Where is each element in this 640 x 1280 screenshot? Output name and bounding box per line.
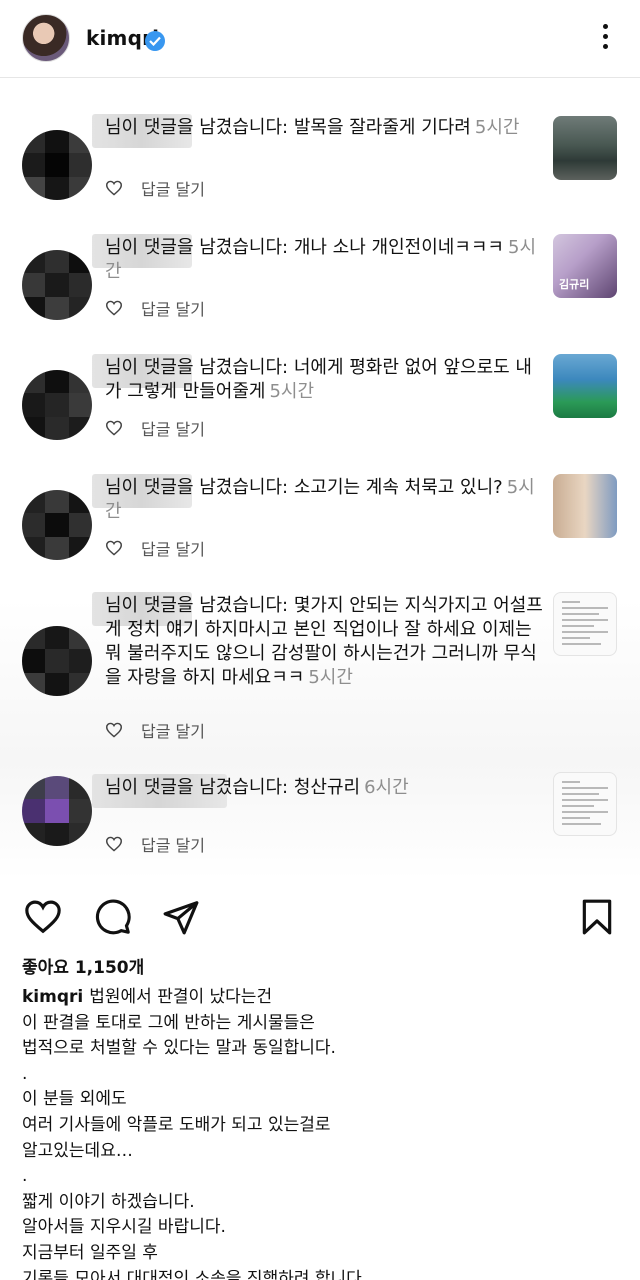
heart-icon[interactable] bbox=[24, 898, 62, 936]
post-thumbnail[interactable] bbox=[553, 772, 617, 836]
caption-line: 이 판결을 토대로 그에 반하는 게시물들은 bbox=[22, 1012, 315, 1033]
post-thumbnail[interactable] bbox=[553, 116, 617, 180]
heart-icon[interactable] bbox=[105, 722, 123, 738]
notification-text: 님이 댓글을 남겼습니다: 발목을 잘라줄게 기다려 5시간 bbox=[105, 116, 543, 140]
notification-actions: 답글 달기 bbox=[105, 176, 205, 200]
caption-line: 알아서들 지우시길 바랍니다. bbox=[22, 1217, 226, 1238]
notification-text: 님이 댓글을 남겼습니다: 소고기는 계속 처묵고 있니? 5시간 bbox=[105, 476, 543, 524]
caption-line: . bbox=[22, 1063, 28, 1084]
notification-actions: 답글 달기 bbox=[105, 832, 205, 856]
caption-line: 짧게 이야기 하겠습니다. bbox=[22, 1191, 195, 1212]
document-preview bbox=[562, 781, 608, 829]
notification-time: 5시간 bbox=[269, 381, 315, 402]
caption-line: 알고있는데요… bbox=[22, 1140, 133, 1161]
post-image: 님이 댓글을 남겼습니다: 발목을 잘라줄게 기다려 5시간 답글 달기 님이 댓… bbox=[0, 78, 640, 880]
notification-text: 님이 댓글을 남겼습니다: 너에게 평화란 없어 앞으로도 내가 그렇게 만들어… bbox=[105, 356, 543, 404]
caption-line: . bbox=[22, 1166, 28, 1187]
caption-line: 법적으로 처벌할 수 있다는 말과 동일합니다. bbox=[22, 1038, 336, 1059]
profile-header: kimqri bbox=[0, 0, 640, 78]
heart-icon[interactable] bbox=[105, 180, 123, 196]
commenter-avatar-blurred bbox=[22, 370, 92, 440]
notification-time: 5시간 bbox=[308, 667, 353, 688]
notification-item: 님이 댓글을 남겼습니다: 몇가지 안되는 지식가지고 어설프게 정치 얘기 하… bbox=[0, 586, 640, 746]
post-thumbnail[interactable] bbox=[553, 354, 617, 418]
commenter-avatar-blurred bbox=[22, 250, 92, 320]
heart-icon[interactable] bbox=[105, 300, 123, 316]
comment-text: 님이 댓글을 남겼습니다: 소고기는 계속 처묵고 있니? bbox=[105, 477, 503, 498]
notification-time: 5시간 bbox=[474, 117, 520, 138]
reply-link[interactable]: 답글 달기 bbox=[141, 296, 205, 320]
more-vertical-icon[interactable] bbox=[598, 24, 612, 54]
heart-icon[interactable] bbox=[105, 836, 123, 852]
caption-line: 기록들 모아서 대대적인 소송을 진행하려 합니다. bbox=[22, 1268, 368, 1280]
notification-item: 님이 댓글을 남겼습니다: 청산규리 6시간 답글 달기 bbox=[0, 768, 640, 868]
comment-icon[interactable] bbox=[94, 898, 132, 936]
notification-item: 님이 댓글을 남겼습니다: 소고기는 계속 처묵고 있니? 5시간 답글 달기 bbox=[0, 468, 640, 578]
share-icon[interactable] bbox=[162, 898, 200, 936]
notification-time: 6시간 bbox=[364, 777, 409, 798]
thumbnail-caption: 김규리 bbox=[559, 278, 590, 291]
commenter-avatar-blurred bbox=[22, 130, 92, 200]
reply-link[interactable]: 답글 달기 bbox=[141, 176, 205, 200]
reply-link[interactable]: 답글 달기 bbox=[141, 536, 205, 560]
caption-line: 지금부터 일주일 후 bbox=[22, 1242, 158, 1263]
notification-actions: 답글 달기 bbox=[105, 718, 205, 742]
like-count[interactable]: 좋아요 1,150개 bbox=[22, 953, 144, 978]
caption-username[interactable]: kimqri bbox=[22, 987, 83, 1007]
reply-link[interactable]: 답글 달기 bbox=[141, 832, 205, 856]
comment-text: 님이 댓글을 남겼습니다: 너에게 평화란 없어 앞으로도 내가 그렇게 만들어… bbox=[105, 357, 532, 402]
commenter-avatar-blurred bbox=[22, 626, 92, 696]
notification-text: 님이 댓글을 남겼습니다: 청산규리 6시간 bbox=[105, 776, 543, 800]
comment-text: 님이 댓글을 남겼습니다: 청산규리 bbox=[105, 777, 361, 798]
post-thumbnail[interactable]: 김규리 bbox=[553, 234, 617, 298]
notification-text: 님이 댓글을 남겼습니다: 개나 소나 개인전이네ㅋㅋㅋ 5시간 bbox=[105, 236, 543, 284]
notification-actions: 답글 달기 bbox=[105, 416, 205, 440]
verified-badge-icon bbox=[145, 31, 165, 51]
profile-avatar[interactable] bbox=[22, 14, 70, 62]
heart-icon[interactable] bbox=[105, 540, 123, 556]
notification-actions: 답글 달기 bbox=[105, 536, 205, 560]
reply-link[interactable]: 답글 달기 bbox=[141, 416, 205, 440]
document-preview bbox=[562, 601, 608, 649]
commenter-avatar-blurred bbox=[22, 490, 92, 560]
comment-text: 님이 댓글을 남겼습니다: 개나 소나 개인전이네ㅋㅋㅋ bbox=[105, 237, 504, 258]
reply-link[interactable]: 답글 달기 bbox=[141, 718, 205, 742]
commenter-avatar-blurred bbox=[22, 776, 92, 846]
notification-item: 님이 댓글을 남겼습니다: 너에게 평화란 없어 앞으로도 내가 그렇게 만들어… bbox=[0, 348, 640, 458]
heart-icon[interactable] bbox=[105, 420, 123, 436]
post-thumbnail[interactable] bbox=[553, 474, 617, 538]
caption-line: 법원에서 판결이 났다는건 bbox=[89, 987, 273, 1007]
caption-line: 이 분들 외에도 bbox=[22, 1089, 127, 1110]
notification-actions: 답글 달기 bbox=[105, 296, 205, 320]
post-caption: kimqri 법원에서 판결이 났다는건 이 판결을 토대로 그에 반하는 게시물… bbox=[22, 985, 622, 1280]
bookmark-icon[interactable] bbox=[578, 898, 616, 936]
comment-text: 님이 댓글을 남겼습니다: 발목을 잘라줄게 기다려 bbox=[105, 117, 471, 138]
notification-item: 님이 댓글을 남겼습니다: 발목을 잘라줄게 기다려 5시간 답글 달기 bbox=[0, 108, 640, 218]
caption-line: 여러 기사들에 악플로 도배가 되고 있는걸로 bbox=[22, 1114, 331, 1135]
notification-text: 님이 댓글을 남겼습니다: 몇가지 안되는 지식가지고 어설프게 정치 얘기 하… bbox=[105, 594, 543, 690]
post-thumbnail[interactable] bbox=[553, 592, 617, 656]
notification-item: 님이 댓글을 남겼습니다: 개나 소나 개인전이네ㅋㅋㅋ 5시간 답글 달기 김규… bbox=[0, 228, 640, 338]
